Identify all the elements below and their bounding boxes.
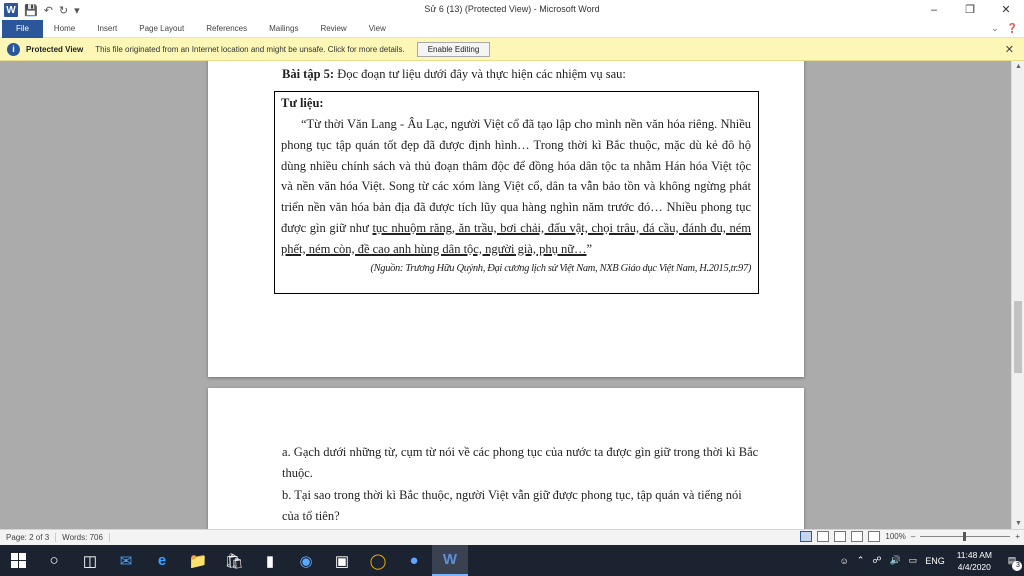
close-icon[interactable]: ✕ — [1005, 43, 1014, 56]
people-icon[interactable]: ☺ — [836, 556, 853, 566]
tab-review[interactable]: Review — [309, 20, 357, 38]
help-icon[interactable]: ❓ — [1007, 23, 1018, 34]
battery-icon[interactable]: ▭ — [905, 555, 922, 566]
web-layout-icon[interactable] — [834, 531, 847, 542]
undo-icon[interactable]: ↶ — [44, 4, 53, 17]
tab-insert[interactable]: Insert — [86, 20, 128, 38]
clock-date: 4/4/2020 — [957, 561, 991, 572]
zoom-slider[interactable] — [920, 532, 1011, 541]
zoom-out-button[interactable]: – — [911, 532, 915, 541]
windows-logo-icon — [10, 553, 26, 568]
draft-icon[interactable] — [868, 531, 881, 542]
outline-icon[interactable] — [851, 531, 864, 542]
start-button[interactable] — [0, 545, 36, 576]
quote-paragraph: “Từ thời Văn Lang - Âu Lạc, người Việt c… — [281, 114, 751, 260]
document-page-1[interactable]: Bài tập 5: Đọc đoạn tư liệu dưới đây và … — [208, 61, 804, 377]
zoom-app-icon[interactable]: ◉ — [288, 545, 324, 576]
media-icon[interactable]: ▮ — [252, 545, 288, 576]
title-bar: W 💾 ↶ ↻ ▾ Sử 6 (13) (Protected View) - M… — [0, 0, 1024, 20]
store-icon[interactable]: 🛍 — [216, 545, 252, 576]
exercise-text: Đọc đoạn tư liệu dưới đây và thực hiện c… — [334, 67, 626, 81]
zoom-in-button[interactable]: + — [1015, 532, 1020, 541]
zoom-slider-knob[interactable] — [963, 532, 967, 541]
tab-page-layout[interactable]: Page Layout — [128, 20, 195, 38]
clock-time: 11:48 AM — [956, 549, 992, 560]
tab-references[interactable]: References — [195, 20, 258, 38]
enable-editing-button[interactable]: Enable Editing — [416, 41, 491, 57]
language-indicator[interactable]: ENG — [921, 556, 949, 566]
minimize-button[interactable]: – — [916, 0, 952, 20]
ribbon-tabs: File Home Insert Page Layout References … — [0, 19, 1024, 38]
word-count[interactable]: Words: 706 — [56, 533, 110, 542]
quote-end: ” — [586, 241, 593, 256]
quick-access-toolbar: W 💾 ↶ ↻ ▾ — [0, 0, 80, 20]
collapse-ribbon-icon[interactable]: ⌄ — [991, 23, 999, 34]
exercise-label: Bài tập 5: — [282, 67, 335, 81]
tray-chevron-icon[interactable]: ⌃ — [853, 555, 869, 566]
full-screen-reading-icon[interactable] — [817, 531, 830, 542]
tab-file[interactable]: File — [2, 19, 43, 38]
redo-icon[interactable]: ↻ — [59, 4, 68, 17]
window-title: Sử 6 (13) (Protected View) - Microsoft W… — [424, 4, 600, 14]
notification-center-icon[interactable]: ▤ 3 — [1000, 551, 1024, 571]
quote-plain: “Từ thời Văn Lang - Âu Lạc, người Việt c… — [281, 117, 751, 235]
exercise-heading: Bài tập 5: Đọc đoạn tư liệu dưới đây và … — [282, 67, 626, 82]
print-layout-icon[interactable] — [800, 531, 813, 542]
window-controls: – ❐ ✕ — [916, 0, 1024, 20]
edge-icon[interactable]: e — [144, 545, 180, 576]
customize-qat-icon[interactable]: ▾ — [74, 4, 80, 17]
protected-view-bar: i Protected View This file originated fr… — [0, 38, 1024, 61]
vertical-scrollbar[interactable]: ▲ ▼ — [1011, 61, 1024, 529]
file-explorer-icon[interactable]: 📁 — [180, 545, 216, 576]
protected-view-message[interactable]: This file originated from an Internet lo… — [95, 45, 405, 54]
document-page-2[interactable]: a. Gạch dưới những từ, cụm từ nói về các… — [208, 388, 804, 529]
ribbon-right-controls: ⌄ ❓ — [991, 23, 1018, 34]
scrollbar-thumb[interactable] — [1014, 301, 1022, 373]
shield-icon: i — [7, 42, 20, 56]
close-button[interactable]: ✕ — [988, 0, 1024, 20]
search-icon[interactable]: ○ — [36, 545, 72, 576]
chrome-icon[interactable]: ◯ — [360, 545, 396, 576]
taskbar: ○ ◫ ✉ e 📁 🛍 ▮ ◉ ▣ ◯ ● W ☺ ⌃ ☍ 🔊 ▭ ENG 11… — [0, 545, 1024, 576]
status-right: 100% – + — [800, 531, 1020, 542]
zalo-icon[interactable]: ● — [396, 545, 432, 576]
tab-view[interactable]: View — [358, 20, 397, 38]
network-icon[interactable]: ☍ — [868, 555, 885, 566]
task-view-icon[interactable]: ◫ — [72, 545, 108, 576]
word-taskbar-icon[interactable]: W — [432, 545, 468, 576]
scroll-down-icon[interactable]: ▼ — [1015, 520, 1022, 527]
question-a: a. Gạch dưới những từ, cụm từ nói về các… — [282, 445, 759, 480]
volume-icon[interactable]: 🔊 — [885, 555, 904, 566]
document-area[interactable]: Bài tập 5: Đọc đoạn tư liệu dưới đây và … — [0, 61, 1011, 529]
box-title: Tư liệu: — [281, 96, 324, 110]
word-logo-icon: W — [4, 3, 18, 17]
save-icon[interactable]: 💾 — [24, 4, 38, 17]
source-citation: (Nguồn: Trương Hữu Quýnh, Đại cương lịch… — [370, 262, 752, 274]
status-bar: Page: 2 of 3 Words: 706 100% – + — [0, 529, 1024, 545]
question-b: b. Tại sao trong thời kì Bắc thuộc, ngườ… — [282, 488, 742, 523]
zoom-level[interactable]: 100% — [885, 532, 905, 541]
protected-view-title: Protected View — [26, 44, 84, 54]
clock[interactable]: 11:48 AM 4/4/2020 — [949, 549, 1000, 573]
notification-badge: 3 — [1012, 560, 1022, 571]
camera-icon[interactable]: ▣ — [324, 545, 360, 576]
mail-icon[interactable]: ✉ — [108, 545, 144, 576]
page-indicator[interactable]: Page: 2 of 3 — [0, 533, 57, 542]
tab-home[interactable]: Home — [43, 20, 86, 38]
source-box: Tư liệu: “Từ thời Văn Lang - Âu Lạc, ngư… — [274, 91, 759, 294]
scroll-up-icon[interactable]: ▲ — [1015, 63, 1022, 70]
tab-mailings[interactable]: Mailings — [258, 20, 309, 38]
restore-button[interactable]: ❐ — [952, 0, 988, 20]
system-tray: ☺ ⌃ ☍ 🔊 ▭ ENG 11:48 AM 4/4/2020 ▤ 3 — [836, 545, 1024, 576]
